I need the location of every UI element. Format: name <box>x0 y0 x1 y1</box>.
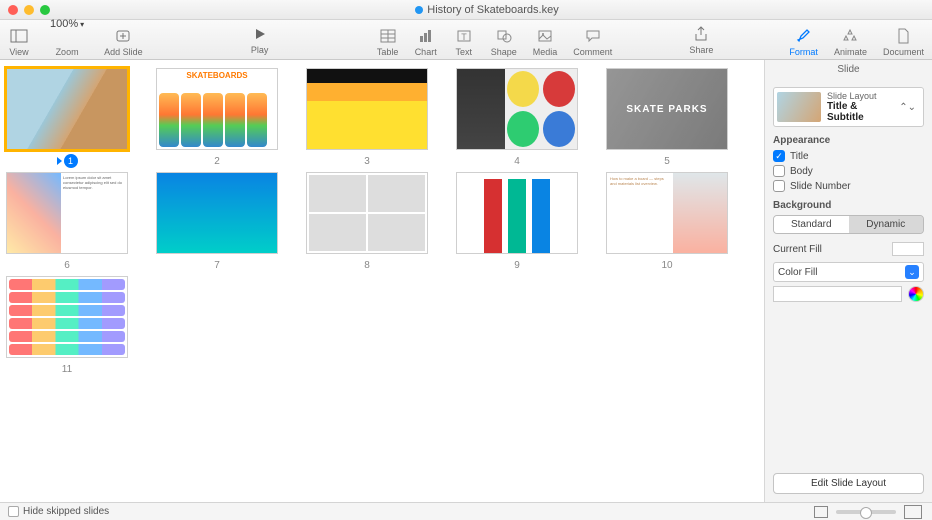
slide-layout-picker[interactable]: Slide Layout Title & Subtitle ⌃⌄ <box>773 87 924 127</box>
popup-arrows-icon: ⌄ <box>905 265 919 279</box>
view-icon <box>8 26 30 46</box>
media-button[interactable]: Media <box>525 24 566 59</box>
slide-layout-thumbnail <box>777 92 821 122</box>
background-dynamic-option[interactable]: Dynamic <box>849 216 924 233</box>
slide-thumbnail[interactable]: 7 <box>156 172 278 272</box>
table-button[interactable]: Table <box>369 24 407 59</box>
slide-number-checkbox[interactable] <box>773 180 785 192</box>
body-checkbox[interactable] <box>773 165 785 177</box>
document-title: History of Skateboards.key <box>50 4 924 16</box>
thumbnail-size-small-icon[interactable] <box>814 506 828 518</box>
hide-skipped-label: Hide skipped slides <box>23 506 109 517</box>
fill-type-label: Color Fill <box>778 267 817 278</box>
animate-icon <box>839 26 861 46</box>
fill-color-swatch[interactable] <box>773 286 902 302</box>
window-titlebar: History of Skateboards.key <box>0 0 932 20</box>
document-icon <box>892 26 914 46</box>
slide-number-checkbox-label: Slide Number <box>790 181 851 192</box>
zoom-control[interactable]: 100% ▾ Zoom <box>38 12 96 59</box>
slide-thumbnail[interactable]: 1 <box>6 68 128 168</box>
body-checkbox-label: Body <box>790 166 813 177</box>
status-bar: Hide skipped slides <box>0 502 932 520</box>
light-table-view[interactable]: 1 SKATEBOARDS 2 3 4 SKATE PARKS 5 Lorem … <box>0 60 764 502</box>
slide-thumbnail[interactable]: Lorem ipsum dolor sit amet consectetur a… <box>6 172 128 272</box>
slide-layout-caption: Slide Layout <box>827 91 889 101</box>
svg-text:T: T <box>461 32 467 42</box>
chevron-updown-icon: ⌃⌄ <box>895 102 920 113</box>
play-icon <box>249 24 271 44</box>
current-fill-swatch[interactable] <box>892 242 924 256</box>
toolbar: View 100% ▾ Zoom Add Slide Play Table Ch… <box>0 20 932 60</box>
background-segmented-control[interactable]: Standard Dynamic <box>773 215 924 234</box>
share-button[interactable]: Share <box>681 22 721 57</box>
color-wheel-icon[interactable] <box>908 286 924 302</box>
thumbnail-size-slider[interactable] <box>836 510 896 514</box>
slide-thumbnail[interactable]: How to make a board — steps and material… <box>606 172 728 272</box>
comment-button[interactable]: Comment <box>565 24 620 59</box>
comment-icon <box>582 26 604 46</box>
slide-thumbnail[interactable]: 8 <box>306 172 428 272</box>
view-label: View <box>9 47 28 57</box>
play-button[interactable]: Play <box>241 22 279 57</box>
format-inspector: Slide Slide Layout Title & Subtitle ⌃⌄ A… <box>764 60 932 502</box>
slide-layout-name: Title & Subtitle <box>827 101 889 123</box>
share-icon <box>690 24 712 44</box>
chevron-down-icon: ▾ <box>80 20 84 29</box>
slide-thumbnail[interactable]: SKATE PARKS 5 <box>606 68 728 168</box>
document-button[interactable]: Document <box>875 24 932 59</box>
slide-thumbnail[interactable]: 9 <box>456 172 578 272</box>
slide-thumbnail[interactable]: 3 <box>306 68 428 168</box>
hide-skipped-checkbox[interactable] <box>8 506 19 517</box>
chart-button[interactable]: Chart <box>407 24 445 59</box>
add-slide-button[interactable]: Add Slide <box>96 24 151 59</box>
current-fill-label: Current Fill <box>773 244 822 255</box>
text-icon: T <box>453 26 475 46</box>
play-label: Play <box>251 45 269 55</box>
background-standard-option[interactable]: Standard <box>774 216 849 233</box>
media-icon <box>534 26 556 46</box>
plus-icon <box>112 26 134 46</box>
text-button[interactable]: T Text <box>445 24 483 59</box>
title-checkbox[interactable]: ✓ <box>773 150 785 162</box>
animate-button[interactable]: Animate <box>826 24 875 59</box>
chart-icon <box>415 26 437 46</box>
current-slide-indicator-icon <box>57 157 62 165</box>
paintbrush-icon <box>793 26 815 46</box>
slide-thumbnail[interactable]: 11 <box>6 276 128 376</box>
background-header: Background <box>773 200 924 211</box>
fill-type-popup[interactable]: Color Fill ⌄ <box>773 262 924 282</box>
thumbnail-size-large-icon[interactable] <box>904 505 922 519</box>
appearance-header: Appearance <box>773 135 924 146</box>
slide-thumbnail[interactable]: SKATEBOARDS 2 <box>156 68 278 168</box>
icloud-sync-icon <box>415 6 423 14</box>
add-slide-label: Add Slide <box>104 47 143 57</box>
inspector-tab-slide[interactable]: Slide <box>765 60 932 81</box>
format-button[interactable]: Format <box>781 24 826 59</box>
zoom-label: Zoom <box>56 47 79 57</box>
table-icon <box>377 26 399 46</box>
title-checkbox-label: Title <box>790 151 809 162</box>
slide-thumbnail[interactable]: 4 <box>456 68 578 168</box>
edit-slide-layout-button[interactable]: Edit Slide Layout <box>773 473 924 494</box>
minimize-window-button[interactable] <box>24 5 34 15</box>
shape-button[interactable]: Shape <box>483 24 525 59</box>
close-window-button[interactable] <box>8 5 18 15</box>
shape-icon <box>493 26 515 46</box>
view-button[interactable]: View <box>0 24 38 59</box>
